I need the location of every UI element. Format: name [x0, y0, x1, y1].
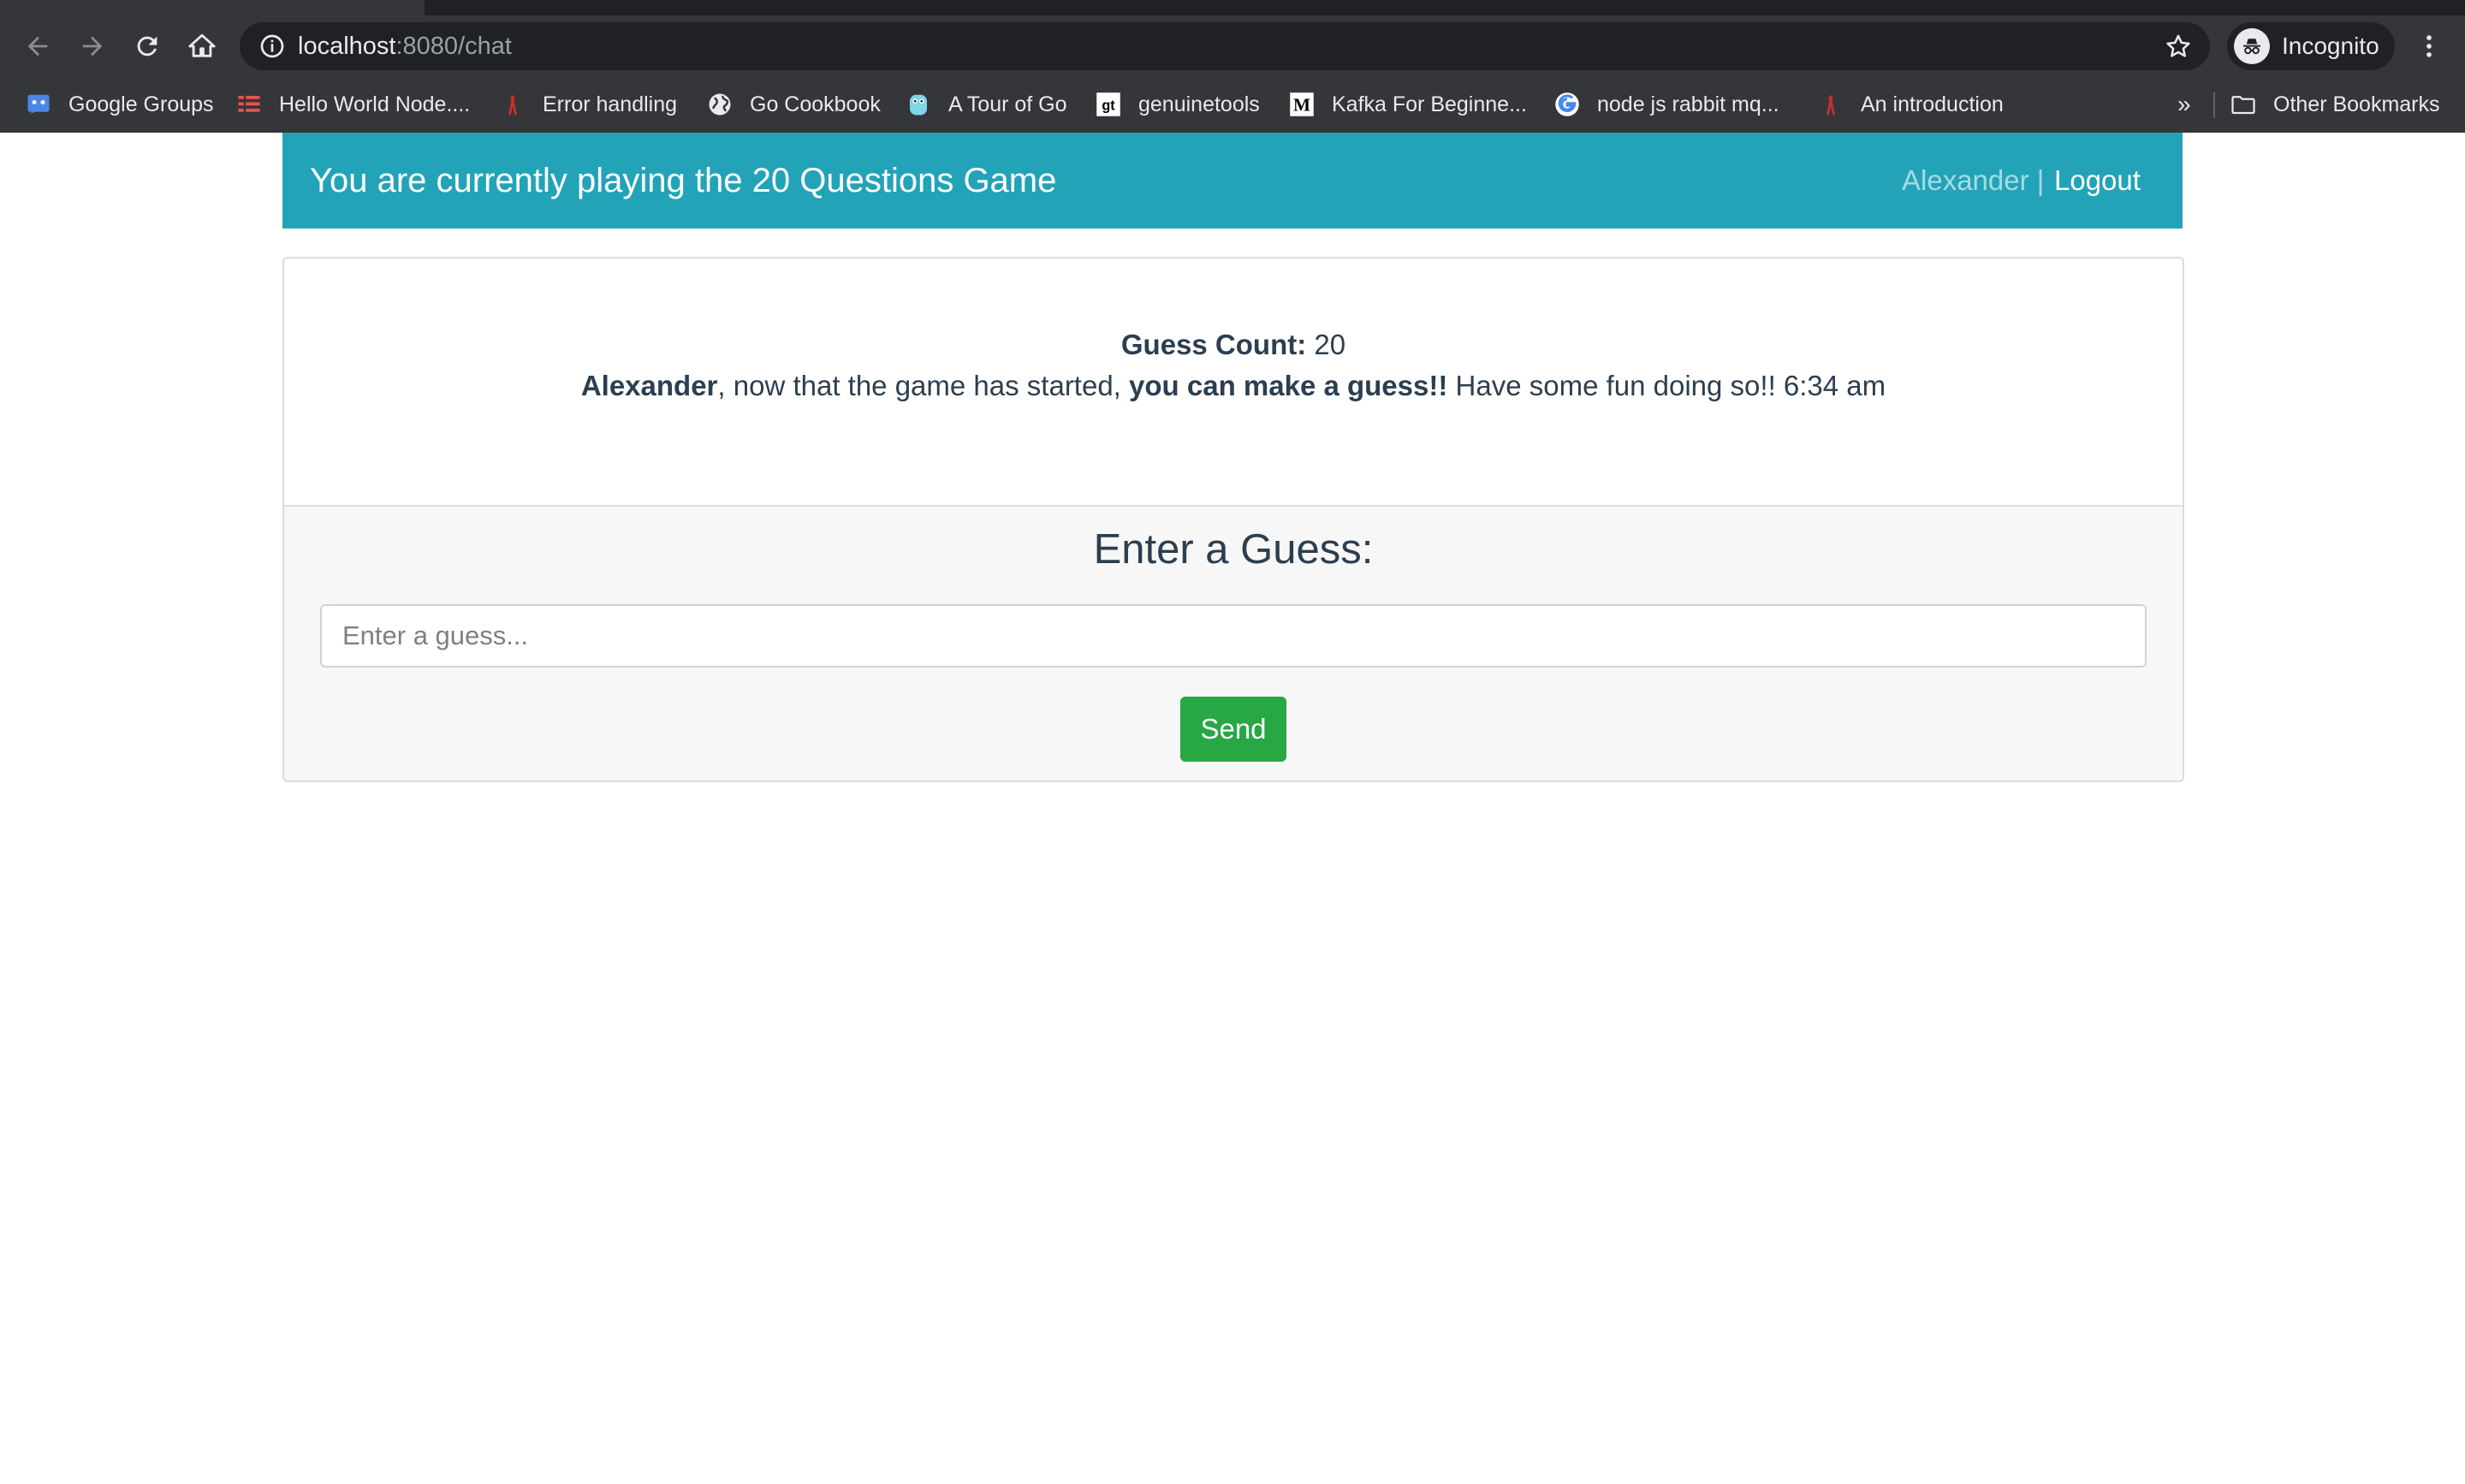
- bookmark-node-js-rabbit-mq[interactable]: node js rabbit mq...: [1554, 86, 1779, 123]
- bookmark-an-introduction[interactable]: An introduction: [1818, 86, 2004, 123]
- send-button[interactable]: Send: [1180, 697, 1286, 762]
- bookmark-label: An introduction: [1861, 92, 2004, 116]
- svg-text:M: M: [1293, 95, 1310, 116]
- info-icon[interactable]: [258, 33, 286, 60]
- bookmark-label: Google Groups: [68, 92, 214, 116]
- message-text-start: , now that the game has started,: [717, 370, 1121, 401]
- bookmark-label: genuinetools: [1138, 92, 1260, 116]
- url-host: localhost: [298, 33, 396, 60]
- browser-toolbar: localhost:8080/chat Incognito: [0, 15, 2465, 77]
- browser-menu-icon[interactable]: [2412, 29, 2446, 63]
- address-bar[interactable]: localhost:8080/chat: [240, 22, 2210, 70]
- navbar-username: Alexander |: [1902, 164, 2045, 196]
- app-navbar: You are currently playing the 20 Questio…: [282, 133, 2183, 229]
- other-bookmarks-label: Other Bookmarks: [2273, 92, 2440, 116]
- bookmarks-overflow-button[interactable]: »: [2177, 86, 2191, 123]
- guess-form: Enter a Guess: Send: [284, 505, 2183, 781]
- incognito-label: Incognito: [2282, 33, 2379, 59]
- guess-count-label: Guess Count:: [1120, 329, 1307, 360]
- tab-strip: [0, 0, 2465, 15]
- bookmarks-bar: Google Groups Hello World Node.... Error…: [0, 77, 2465, 132]
- navbar-title[interactable]: You are currently playing the 20 Questio…: [310, 133, 1056, 229]
- bookmark-label: Hello World Node....: [279, 92, 471, 116]
- bookmark-label: Error handling: [543, 92, 678, 116]
- globe-icon: [707, 92, 733, 117]
- game-status: Guess Count: 20 Alexander, now that the …: [284, 258, 2183, 505]
- url-text[interactable]: localhost:8080/chat: [298, 22, 512, 70]
- message-emphasis: you can make a guess!!: [1129, 370, 1448, 401]
- list-icon: [236, 92, 262, 117]
- google-icon: [1554, 92, 1580, 117]
- svg-text:gt: gt: [1102, 98, 1115, 113]
- back-icon[interactable]: [19, 27, 56, 65]
- bookmark-error-handling[interactable]: Error handling: [500, 86, 677, 123]
- bookmark-label: Go Cookbook: [750, 92, 881, 116]
- bookmark-kafka-for-beginners[interactable]: M Kafka For Beginne...: [1289, 86, 1527, 123]
- logout-link[interactable]: Logout: [2054, 133, 2141, 229]
- bookmark-genuinetools[interactable]: gt genuinetools: [1096, 86, 1260, 123]
- player-name: Alexander: [580, 370, 718, 401]
- bookmark-go-cookbook[interactable]: Go Cookbook: [707, 86, 881, 123]
- game-message: Alexander, now that the game has started…: [284, 370, 2183, 402]
- google-groups-icon: [26, 92, 51, 117]
- gopher-icon: [500, 92, 526, 117]
- url-path: :8080/chat: [395, 33, 512, 60]
- incognito-icon: [2234, 28, 2270, 64]
- home-icon[interactable]: [183, 27, 221, 65]
- guess-count: Guess Count: 20: [284, 329, 2183, 361]
- forward-icon[interactable]: [74, 27, 111, 65]
- gt-icon: gt: [1096, 92, 1121, 117]
- bookmark-a-tour-of-go[interactable]: A Tour of Go: [906, 86, 1067, 123]
- bookmarks-divider: [2213, 92, 2215, 118]
- guess-count-value: 20: [1314, 329, 1346, 360]
- browser-chrome: localhost:8080/chat Incognito Google Gro…: [0, 0, 2465, 133]
- message-text-end: Have some fun doing so!! 6:34 am: [1455, 370, 1886, 401]
- guess-form-title: Enter a Guess:: [1093, 526, 1374, 573]
- folder-icon: [2230, 92, 2256, 117]
- gopher-icon: [1818, 92, 1844, 117]
- guess-input[interactable]: [320, 604, 2147, 668]
- incognito-profile-button[interactable]: Incognito: [2227, 22, 2395, 70]
- gopher-icon: [906, 92, 931, 117]
- bookmark-star-icon[interactable]: [2164, 32, 2193, 61]
- bookmark-label: node js rabbit mq...: [1597, 92, 1779, 116]
- bookmark-hello-world-node[interactable]: Hello World Node....: [236, 86, 470, 123]
- bookmark-google-groups[interactable]: Google Groups: [26, 86, 214, 123]
- reload-icon[interactable]: [128, 27, 166, 65]
- game-card: Guess Count: 20 Alexander, now that the …: [282, 257, 2184, 782]
- bookmark-label: Kafka For Beginne...: [1332, 92, 1527, 116]
- bookmark-label: A Tour of Go: [948, 92, 1067, 116]
- other-bookmarks-folder[interactable]: Other Bookmarks: [2230, 86, 2440, 123]
- active-tab[interactable]: [0, 0, 425, 15]
- medium-icon: M: [1289, 92, 1315, 117]
